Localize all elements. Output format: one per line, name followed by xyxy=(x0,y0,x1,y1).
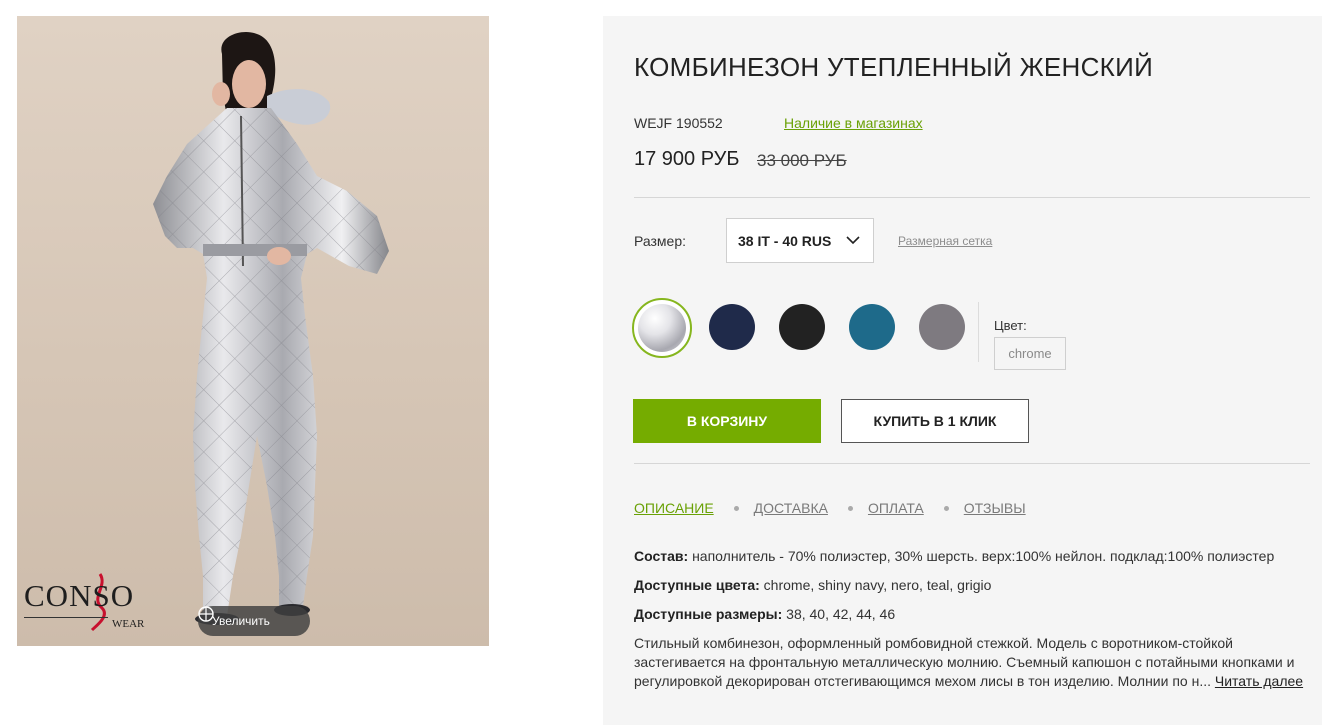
size-label: Размер: xyxy=(634,233,687,249)
color-swatch-chrome[interactable] xyxy=(632,298,692,358)
current-price: 17 900 РУБ xyxy=(634,148,740,170)
product-sku: WEJF 190552 xyxy=(634,115,723,131)
composition-value: наполнитель - 70% полиэстер, 30% шерсть.… xyxy=(688,548,1275,564)
color-selected-value: chrome xyxy=(994,337,1066,370)
model-illustration xyxy=(153,32,389,625)
available-colors-label: Доступные цвета: xyxy=(634,577,760,593)
description-text: Стильный комбинезон, оформленный ромбови… xyxy=(634,634,1306,691)
color-label: Цвет: xyxy=(994,318,1027,333)
color-swatch-nero[interactable] xyxy=(779,304,825,350)
stock-availability-link[interactable]: Наличие в магазинах xyxy=(784,115,923,131)
product-photo[interactable]: CONSO WEAR Увеличить xyxy=(17,16,489,646)
available-colors-line: Доступные цвета: chrome, shiny navy, ner… xyxy=(634,576,1306,595)
available-colors-value: chrome, shiny navy, nero, teal, grigio xyxy=(759,577,992,593)
available-sizes-value: 38, 40, 42, 44, 46 xyxy=(782,606,896,622)
available-sizes-label: Доступные размеры: xyxy=(634,606,783,622)
color-swatch-shiny-navy[interactable] xyxy=(709,304,755,350)
brand-logo: CONSO WEAR xyxy=(24,572,154,634)
product-info-panel: КОМБИНЕЗОН УТЕПЛЕННЫЙ ЖЕНСКИЙ WEJF 19055… xyxy=(603,16,1322,725)
read-more-link[interactable]: Читать далее xyxy=(1215,673,1303,689)
tab-payment[interactable]: ОПЛАТА xyxy=(868,500,924,516)
add-to-cart-button[interactable]: В КОРЗИНУ xyxy=(633,399,821,443)
color-swatch-grigio[interactable] xyxy=(919,304,965,350)
divider xyxy=(634,197,1310,198)
zoom-label: Увеличить xyxy=(212,614,270,628)
logo-text: CONSO xyxy=(24,578,135,613)
logo-divider xyxy=(24,617,108,618)
size-chart-link[interactable]: Размерная сетка xyxy=(898,234,992,248)
size-select[interactable]: 38 IT - 40 RUS xyxy=(726,218,874,263)
available-sizes-line: Доступные размеры: 38, 40, 42, 44, 46 xyxy=(634,605,1306,624)
tab-delivery[interactable]: ДОСТАВКА xyxy=(754,500,828,516)
size-selected-value: 38 IT - 40 RUS xyxy=(738,232,832,249)
composition-line: Состав: наполнитель - 70% полиэстер, 30%… xyxy=(634,547,1306,566)
swatch-separator xyxy=(978,302,979,362)
tab-reviews[interactable]: ОТЗЫВЫ xyxy=(964,500,1026,516)
description-body: Стильный комбинезон, оформленный ромбови… xyxy=(634,635,1295,689)
product-title: КОМБИНЕЗОН УТЕПЛЕННЫЙ ЖЕНСКИЙ xyxy=(634,52,1154,82)
chevron-down-icon xyxy=(846,236,860,245)
buy-one-click-button[interactable]: КУПИТЬ В 1 КЛИК xyxy=(841,399,1029,443)
composition-label: Состав: xyxy=(634,548,689,564)
color-swatch-teal[interactable] xyxy=(849,304,895,350)
plus-circle-icon xyxy=(198,606,214,622)
tab-description[interactable]: ОПИСАНИЕ xyxy=(634,500,714,516)
zoom-button[interactable]: Увеличить xyxy=(198,606,310,636)
tab-separator-dot xyxy=(733,505,739,511)
old-price: 33 000 РУБ xyxy=(757,151,847,170)
tab-separator-dot xyxy=(847,505,853,511)
divider xyxy=(634,463,1310,464)
swatch-chrome-fill xyxy=(638,304,686,352)
info-tabs: ОПИСАНИЕ ДОСТАВКА ОПЛАТА ОТЗЫВЫ xyxy=(634,500,1026,516)
tab-separator-dot xyxy=(943,505,949,511)
logo-subtext: WEAR xyxy=(112,618,145,630)
